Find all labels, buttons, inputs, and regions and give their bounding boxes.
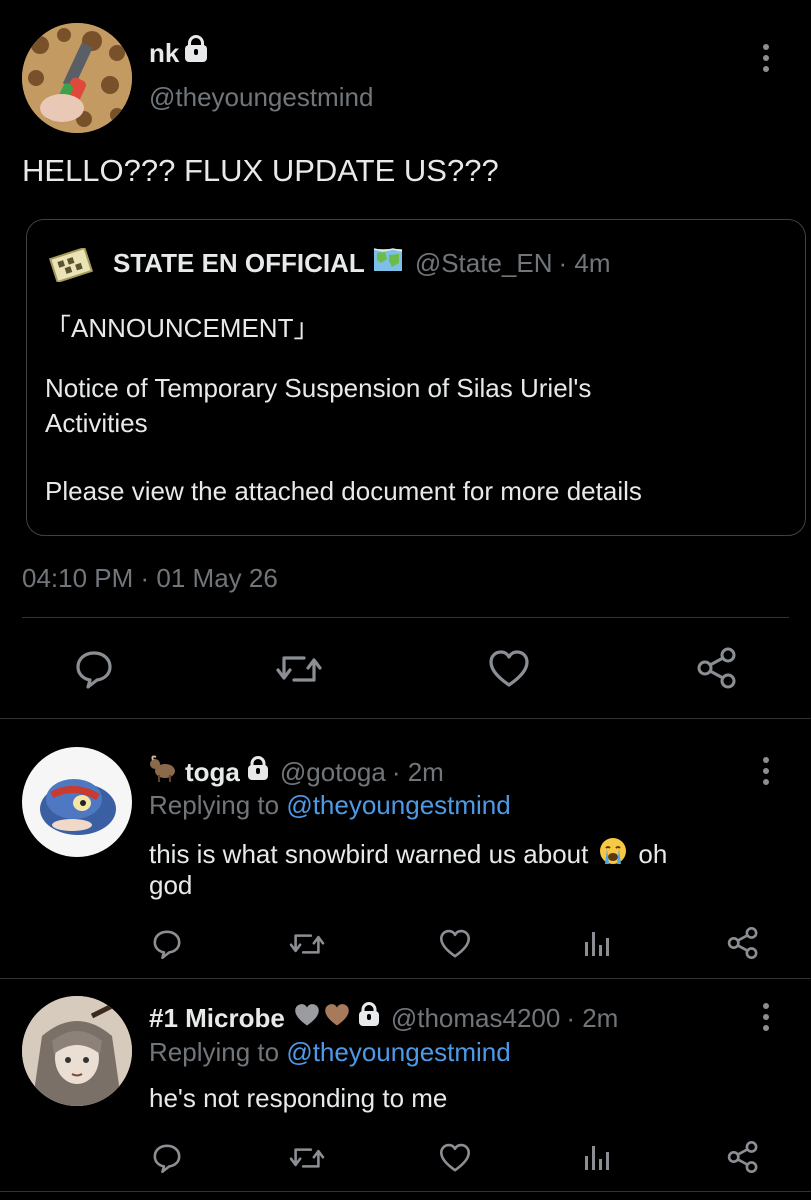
replying-to-link[interactable]: @theyoungestmind [286, 790, 510, 820]
quoted-line-1: 「ANNOUNCEMENT」 [45, 313, 320, 343]
display-name[interactable]: nk [149, 38, 179, 69]
avatar-image [40, 779, 116, 835]
share-icon[interactable] [695, 646, 739, 690]
replying-to-link[interactable]: @theyoungestmind [286, 1037, 510, 1067]
display-name[interactable]: toga [185, 757, 240, 788]
reply-text-line-2: god [149, 870, 193, 900]
divider [0, 718, 811, 719]
heart-icon[interactable] [438, 1142, 472, 1174]
handle[interactable]: @theyoungestmind [149, 82, 373, 113]
retweet-icon[interactable] [288, 1142, 326, 1174]
avatar[interactable] [22, 23, 132, 133]
quoted-header: STATE EN OFFICIAL @State_EN · 4m [113, 247, 611, 280]
replying-to: Replying to @theyoungestmind [149, 790, 511, 821]
handle[interactable]: @thomas4200 [391, 1003, 561, 1034]
replying-to-label: Replying to [149, 790, 280, 820]
protected-lock-icon [358, 1010, 379, 1026]
quoted-line-4: Please view the attached document for mo… [45, 476, 642, 506]
handle[interactable]: @gotoga [280, 757, 386, 788]
divider [0, 978, 811, 979]
heart-icon[interactable] [487, 648, 531, 690]
replying-to: Replying to @theyoungestmind [149, 1037, 511, 1068]
divider [22, 617, 789, 618]
grey-heart-icon [293, 1002, 321, 1035]
protected-lock-icon [247, 764, 268, 780]
reply-icon[interactable] [151, 928, 183, 960]
goat-emoji-icon [149, 754, 179, 790]
reply-text: this is what snowbird warned us about oh [149, 836, 667, 873]
reply-text-line-1: this is what snowbird warned us about [149, 839, 589, 869]
quoted-line-3: Activities [45, 408, 148, 438]
display-name[interactable]: #1 Microbe [149, 1003, 285, 1034]
brown-heart-icon [323, 1002, 351, 1035]
more-icon[interactable] [763, 44, 769, 77]
share-icon[interactable] [726, 926, 760, 960]
reply-icon[interactable] [73, 648, 115, 690]
heart-icon[interactable] [438, 928, 472, 960]
quoted-time: · 4m [558, 248, 611, 278]
crying-emoji-icon [598, 836, 628, 873]
avatar[interactable] [22, 996, 132, 1106]
reply-text-line-1-end: oh [638, 839, 668, 869]
stats-icon[interactable] [582, 1142, 612, 1174]
quoted-line-2: Notice of Temporary Suspension of Silas … [45, 373, 592, 403]
reply-time: · 2m [391, 756, 444, 787]
retweet-icon[interactable] [274, 648, 324, 690]
map-emoji-icon [373, 247, 403, 280]
replying-to-label: Replying to [149, 1037, 280, 1067]
avatar-image [22, 996, 132, 1106]
share-icon[interactable] [726, 1140, 760, 1174]
retweet-icon[interactable] [288, 928, 326, 960]
more-icon[interactable] [763, 1003, 769, 1036]
quoted-avatar [47, 246, 95, 287]
reply-time: · 2m [566, 1002, 619, 1033]
author-name-row: nk [149, 36, 208, 70]
protected-lock-icon [185, 44, 208, 62]
avatar-image [22, 23, 132, 133]
reply-icon[interactable] [151, 1142, 183, 1174]
more-icon[interactable] [763, 757, 769, 790]
divider [0, 1191, 811, 1192]
quoted-handle[interactable]: @State_EN [415, 248, 553, 279]
avatar[interactable] [22, 747, 132, 857]
reply-header: #1 Microbe @thomas4200 · 2m [149, 1001, 618, 1035]
state-logo-icon [48, 246, 94, 284]
tweet-timestamp[interactable]: 04:10 PM · 01 May 26 [22, 563, 278, 594]
quoted-tweet-card[interactable]: STATE EN OFFICIAL @State_EN · 4m 「ANNOUN… [26, 219, 806, 536]
reply-text: he's not responding to me [149, 1083, 448, 1113]
quoted-display-name[interactable]: STATE EN OFFICIAL [113, 248, 365, 279]
stats-icon[interactable] [582, 928, 612, 960]
tweet-text: HELLO??? FLUX UPDATE US??? [22, 153, 499, 188]
reply-header: toga @gotoga · 2m [149, 754, 444, 790]
